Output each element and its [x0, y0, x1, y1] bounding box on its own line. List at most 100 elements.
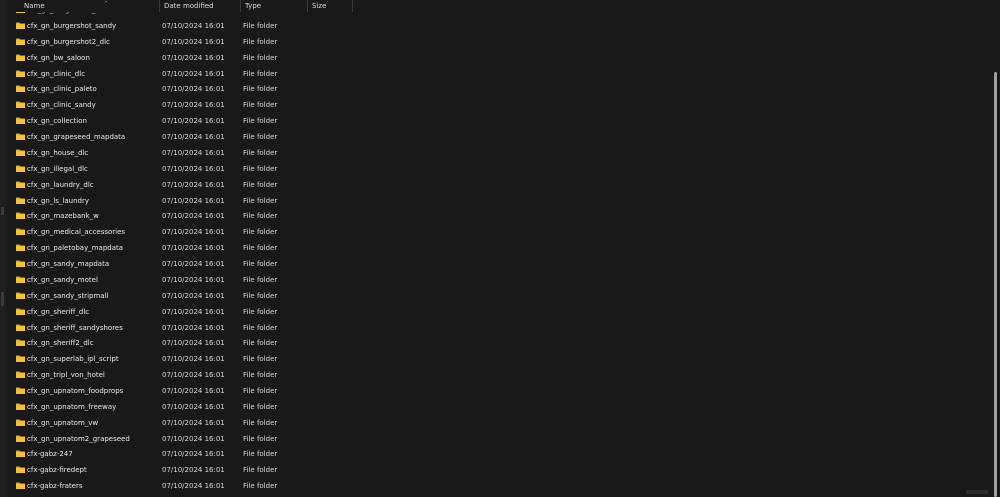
column-header-date-modified[interactable]: Date modified [160, 0, 241, 12]
file-size [310, 272, 350, 288]
file-size [310, 304, 350, 320]
column-header-size[interactable]: Size [308, 0, 353, 12]
folder-icon [16, 228, 25, 236]
folder-icon [16, 22, 25, 29]
file-name: cfx_gn_sandy_mapdata [27, 260, 110, 269]
file-date-modified: 07/10/2024 16:01 [162, 466, 225, 475]
folder-icon [16, 482, 25, 490]
file-date-modified: 07/10/2024 16:01 [162, 37, 225, 46]
list-item[interactable]: cfx_gn_mazebank_w 07/10/2024 16:01 File fo… [6, 208, 966, 224]
file-type: File folder [243, 339, 278, 348]
folder-icon [16, 165, 25, 172]
file-name: cfx_gn_upnatom_vw [27, 418, 99, 427]
file-type: File folder [243, 275, 278, 284]
list-item[interactable]: cfx_gn_laundry_dlc 07/10/2024 16:01 File f… [6, 177, 966, 193]
list-item[interactable]: cfx_gn_clinic_sandy 07/10/2024 16:01 File … [6, 97, 966, 113]
file-name: cfx-gabz-247 [27, 450, 73, 459]
file-type: File folder [243, 387, 278, 395]
file-type: File folder [243, 180, 278, 189]
folder-icon [16, 403, 25, 410]
file-size [310, 129, 350, 145]
file-name: cfx_gn_sandy_motel [27, 275, 98, 284]
list-item[interactable]: cfx_gn_sandy_motel 07/10/2024 16:01 File f… [6, 272, 966, 288]
list-item[interactable]: cfx_gn_collection 07/10/2024 16:01 File fo… [6, 113, 966, 129]
file-date-modified: 07/10/2024 16:01 [162, 180, 225, 189]
file-date-modified: 07/10/2024 16:01 [162, 228, 225, 237]
file-type: File folder [243, 355, 278, 364]
file-size [310, 335, 350, 351]
file-date-modified: 07/10/2024 16:01 [162, 101, 225, 110]
file-size [310, 383, 350, 399]
list-item[interactable]: cfx_gn_bw_saloon 07/10/2024 16:01 File fol… [6, 50, 966, 66]
list-item[interactable]: cfx_gn_sheriff_dlc 07/10/2024 16:01 File f… [6, 304, 966, 320]
file-name: cfx_gn_burgershot_sandy [27, 22, 117, 30]
sort-ascending-icon: ^ [104, 1, 109, 7]
file-type: File folder [243, 69, 278, 78]
list-item[interactable]: cfx_gn_upnatom_freeway 07/10/2024 16:01 Fi… [6, 399, 966, 415]
column-header-type-label: Type [245, 2, 262, 10]
file-type: File folder [243, 133, 278, 142]
file-type: File folder [243, 418, 278, 427]
list-item[interactable]: cfx_gn_upnatom_vw 07/10/2024 16:01 File fo… [6, 415, 966, 431]
file-date-modified: 07/10/2024 16:01 [162, 117, 225, 126]
list-item[interactable]: cfx_gn_burgershot_sandy 07/10/2024 16:01 F… [6, 18, 966, 34]
file-size [310, 446, 350, 462]
list-item[interactable]: cfx_gn_sheriff_sandyshores 07/10/2024 16:… [6, 320, 966, 336]
file-size [310, 367, 350, 383]
file-date-modified: 07/10/2024 16:01 [162, 371, 225, 380]
scrollbar-thumb[interactable] [994, 72, 997, 497]
file-type: File folder [243, 482, 278, 491]
file-size [310, 50, 350, 66]
file-size [310, 145, 350, 161]
file-type: File folder [243, 85, 278, 94]
list-item[interactable]: cfx_gn_ls_laundry 07/10/2024 16:01 File fo… [6, 193, 966, 209]
file-date-modified: 07/10/2024 16:01 [162, 387, 225, 395]
list-item[interactable]: cfx_gn_grapeseed_mapdata 07/10/2024 16:01… [6, 129, 966, 145]
list-item[interactable]: cfx_gn_upnatom_foodprops 07/10/2024 16:01… [6, 383, 966, 399]
column-header-type[interactable]: Type [241, 0, 308, 12]
list-item[interactable]: cfx-gabz-firedept 07/10/2024 16:01 File fo… [6, 462, 966, 478]
file-size [310, 320, 350, 336]
list-item[interactable]: cfx_gn_tripl_von_hotel 07/10/2024 16:01 Fi… [6, 367, 966, 383]
list-item[interactable]: cfx_gn_illegal_dlc 07/10/2024 16:01 File f… [6, 161, 966, 177]
vertical-scrollbar[interactable] [992, 0, 1000, 497]
file-date-modified: 07/10/2024 16:01 [162, 164, 225, 173]
file-date-modified: 07/10/2024 16:01 [162, 402, 225, 411]
file-date-modified: 07/10/2024 16:01 [162, 196, 225, 205]
list-item[interactable]: cfx_gn_clinic_dlc 07/10/2024 16:01 File fo… [6, 66, 966, 82]
file-name: cfx_gn_superlab_ipl_script [27, 355, 119, 364]
list-item[interactable]: cfx_gn_burgershot2_dlc 07/10/2024 16:01 Fi… [6, 34, 966, 50]
list-item[interactable]: cfx_gn_sandy_mapdata 07/10/2024 16:01 File… [6, 256, 966, 272]
list-item[interactable]: cfx_gn_sheriff2_dlc 07/10/2024 16:01 File … [6, 335, 966, 351]
list-item[interactable]: cfx_gn_superlab_ipl_script 07/10/2024 16:… [6, 351, 966, 367]
folder-icon [16, 133, 25, 141]
folder-icon [16, 387, 25, 394]
list-item[interactable]: cfx_gn_clinic_paleto 07/10/2024 16:01 File… [6, 81, 966, 97]
folder-icon [16, 419, 25, 426]
file-name: cfx_gn_upnatom_foodprops [27, 387, 124, 395]
list-item[interactable]: cfx-gabz-247 07/10/2024 16:01 File folder [6, 446, 966, 462]
list-item[interactable]: cfx_gn_sandy_stripmall 07/10/2024 16:01 Fi… [6, 288, 966, 304]
file-name: cfx_gn_burgershot2_dlc [27, 37, 110, 46]
file-date-modified: 07/10/2024 16:01 [162, 339, 225, 348]
list-item[interactable]: cfx_gn_upnatom2_grapeseed 07/10/2024 16:0… [6, 431, 966, 447]
nav-expand-marker[interactable] [1, 207, 4, 215]
file-date-modified: 07/10/2024 16:01 [162, 291, 225, 300]
file-type: File folder [243, 434, 278, 443]
list-item[interactable]: cfx-gabz-fraters 07/10/2024 16:01 File fol… [6, 478, 966, 494]
file-date-modified: 07/10/2024 16:01 [162, 323, 225, 332]
file-size [310, 34, 350, 50]
file-name: cfx_gn_illegal_dlc [27, 164, 88, 173]
nav-resize-handle[interactable] [1, 292, 4, 306]
file-size [310, 431, 350, 447]
column-header-name[interactable]: ^ Name [20, 0, 160, 12]
column-header-bar: ^ Name Date modified Type Size [6, 0, 1000, 12]
file-size [310, 478, 350, 494]
list-item[interactable]: cfx_gn_house_dlc 07/10/2024 16:01 File fol… [6, 145, 966, 161]
file-name: cfx_gn_clinic_paleto [27, 85, 97, 94]
file-type: File folder [243, 53, 278, 62]
file-list: cfx_gn_burgershot_... cfx_gn_burgershot_… [6, 10, 966, 497]
list-item[interactable]: cfx_gn_medical_accessories 07/10/2024 16:… [6, 224, 966, 240]
list-item[interactable]: cfx_gn_paletobay_mapdata 07/10/2024 16:01… [6, 240, 966, 256]
folder-icon [16, 371, 25, 379]
